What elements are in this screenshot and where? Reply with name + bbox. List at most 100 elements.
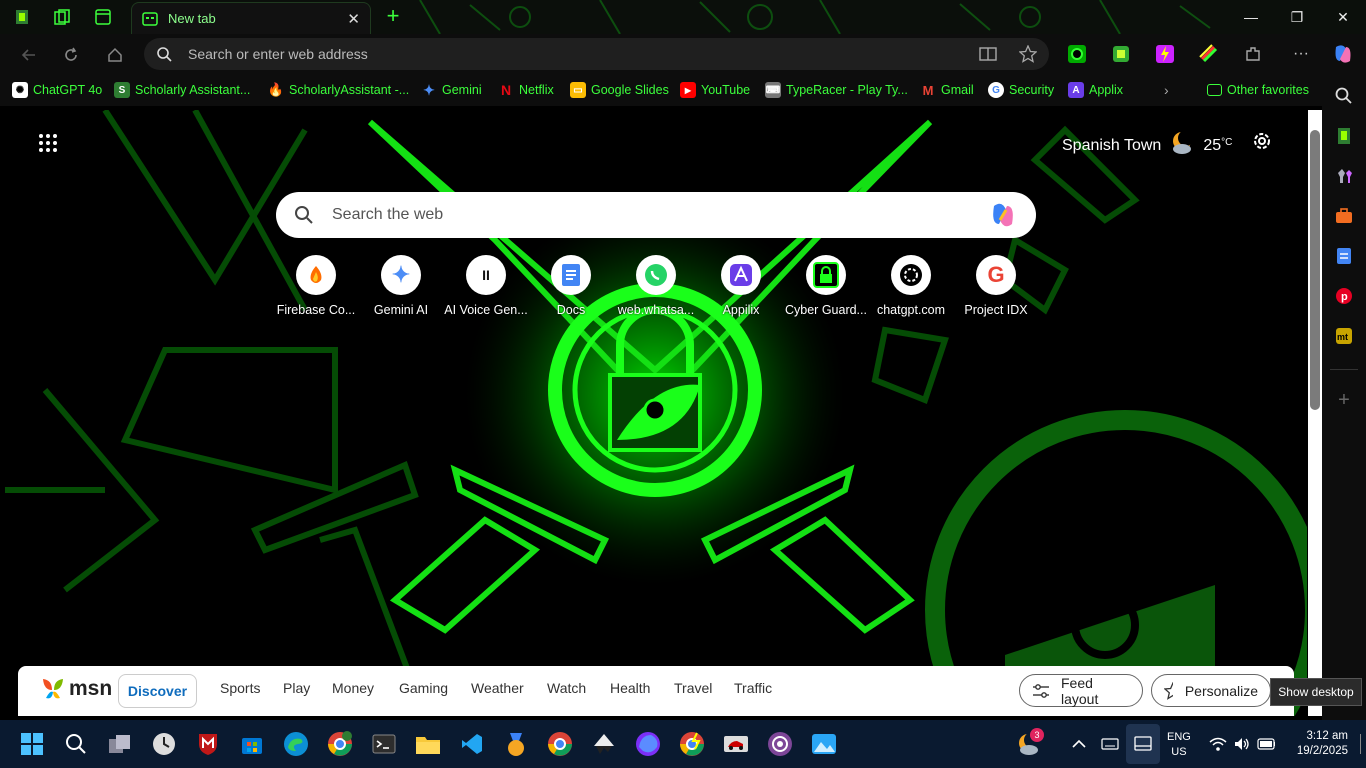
- green-extension-icon[interactable]: [1110, 43, 1132, 65]
- page-settings-gear-icon[interactable]: [1251, 130, 1273, 152]
- clock-app-icon[interactable]: [150, 730, 178, 758]
- fav-google-slides[interactable]: ▭ Google Slides: [570, 81, 669, 99]
- nav-health[interactable]: Health: [610, 680, 650, 696]
- home-icon[interactable]: [104, 44, 126, 66]
- tile-gemini-ai[interactable]: ✦ Gemini AI: [359, 255, 443, 317]
- racing-game-icon[interactable]: [722, 730, 750, 758]
- battery-icon[interactable]: [1257, 735, 1275, 753]
- tab-new-tab[interactable]: New tab ✕: [131, 2, 371, 34]
- favorite-star-icon[interactable]: [1019, 45, 1037, 63]
- nav-weather[interactable]: Weather: [471, 680, 524, 696]
- tab-discover[interactable]: Discover: [118, 674, 197, 708]
- edge-icon[interactable]: [282, 730, 310, 758]
- fav-gmail[interactable]: M Gmail: [920, 81, 974, 99]
- new-tab-plus-icon[interactable]: +: [382, 5, 404, 28]
- close-window-icon[interactable]: ✕: [1320, 0, 1366, 34]
- task-view-icon[interactable]: [106, 730, 134, 758]
- feed-layout-button[interactable]: Feed layout: [1019, 674, 1143, 707]
- fav-netflix[interactable]: N Netflix: [498, 81, 554, 99]
- sidebar-tools-icon[interactable]: [1334, 206, 1354, 226]
- personalize-button[interactable]: Personalize: [1151, 674, 1271, 707]
- sidebar-games-icon[interactable]: [1334, 166, 1354, 186]
- extensions-puzzle-icon[interactable]: [1242, 43, 1264, 65]
- more-menu-icon[interactable]: ···: [1290, 43, 1312, 65]
- sidebar-mt-icon[interactable]: mt: [1334, 326, 1354, 346]
- volume-icon[interactable]: [1233, 735, 1251, 753]
- fav-gemini[interactable]: ✦ Gemini: [421, 81, 481, 99]
- sidebar-pinterest-icon[interactable]: p: [1334, 286, 1354, 306]
- windows-start-icon[interactable]: [18, 730, 46, 758]
- tile-ai-voice[interactable]: II AI Voice Gen...: [444, 255, 528, 317]
- vscode-icon[interactable]: [458, 730, 486, 758]
- firefox-icon[interactable]: [634, 730, 662, 758]
- sidebar-scholarly-icon[interactable]: [1334, 126, 1354, 146]
- tile-project-idx[interactable]: G Project IDX: [954, 255, 1038, 317]
- nav-money[interactable]: Money: [332, 680, 374, 696]
- nav-sports[interactable]: Sports: [220, 680, 260, 696]
- inkscape-icon[interactable]: [590, 730, 618, 758]
- show-desktop-button[interactable]: [1360, 734, 1361, 754]
- immersive-reader-icon[interactable]: [979, 45, 997, 63]
- medal-app-icon[interactable]: [502, 730, 530, 758]
- tablet-mode-highlight[interactable]: [1126, 724, 1160, 764]
- fav-security[interactable]: G Security: [988, 81, 1054, 99]
- back-icon[interactable]: [18, 44, 40, 66]
- tor-browser-icon[interactable]: [766, 730, 794, 758]
- close-tab-icon[interactable]: ✕: [347, 10, 360, 28]
- nav-travel[interactable]: Travel: [674, 680, 712, 696]
- address-bar[interactable]: Search or enter web address: [144, 38, 1049, 70]
- weather-widget[interactable]: Spanish Town 25°C: [1062, 130, 1232, 161]
- nav-watch[interactable]: Watch: [547, 680, 586, 696]
- tile-chatgpt[interactable]: chatgpt.com: [869, 255, 953, 317]
- tile-cyber-guard[interactable]: Cyber Guard...: [784, 255, 868, 317]
- favorites-overflow-chevron-icon[interactable]: ›: [1164, 81, 1169, 99]
- tile-firebase[interactable]: Firebase Co...: [274, 255, 358, 317]
- sidebar-divider: [1330, 369, 1358, 370]
- copilot-icon[interactable]: [1332, 43, 1354, 65]
- tile-appilix[interactable]: Appilix: [699, 255, 783, 317]
- keyboard-icon[interactable]: [1101, 735, 1119, 753]
- nav-play[interactable]: Play: [283, 680, 310, 696]
- fav-applix[interactable]: A Applix: [1068, 81, 1123, 99]
- photos-icon[interactable]: [810, 730, 838, 758]
- wifi-icon[interactable]: [1209, 735, 1227, 753]
- mcafee-icon[interactable]: [194, 730, 222, 758]
- rainbow-extension-icon[interactable]: [1198, 43, 1220, 65]
- tile-whatsapp[interactable]: web.whatsa...: [614, 255, 698, 317]
- fav-scholarly-assistant[interactable]: S Scholarly Assistant...: [114, 81, 250, 99]
- minimize-icon[interactable]: —: [1228, 0, 1274, 34]
- restore-icon[interactable]: ❐: [1274, 0, 1320, 34]
- language-indicator[interactable]: ENG US: [1167, 730, 1191, 760]
- taskbar-search-icon[interactable]: [62, 730, 90, 758]
- fav-typeracer[interactable]: ⌨ TypeRacer - Play Ty...: [765, 81, 908, 99]
- copilot-icon[interactable]: [988, 202, 1018, 228]
- app-launcher-icon[interactable]: [37, 132, 61, 156]
- tab-actions-icon[interactable]: [93, 7, 113, 27]
- fav-youtube[interactable]: ▶ YouTube: [680, 81, 750, 99]
- scrollbar-thumb[interactable]: [1310, 130, 1320, 410]
- sidebar-docs-icon[interactable]: [1334, 246, 1354, 266]
- microsoft-store-icon[interactable]: [238, 730, 266, 758]
- chrome-variant-icon[interactable]: [678, 730, 706, 758]
- lightning-extension-icon[interactable]: [1154, 43, 1176, 65]
- sidebar-add-icon[interactable]: +: [1334, 389, 1354, 411]
- fav-scholarlyassistant-firebase[interactable]: 🔥 ScholarlyAssistant -...: [268, 81, 409, 99]
- fav-chatgpt-4o[interactable]: ✺ ChatGPT 4o: [12, 81, 102, 99]
- chrome-icon[interactable]: [546, 730, 574, 758]
- workspace-icon[interactable]: [12, 7, 32, 27]
- sidebar-search-icon[interactable]: [1334, 86, 1354, 106]
- refresh-icon[interactable]: [60, 44, 82, 66]
- nav-gaming[interactable]: Gaming: [399, 680, 448, 696]
- other-favorites[interactable]: Other favorites: [1207, 81, 1309, 99]
- cyber-guard-extension-icon[interactable]: [1066, 43, 1088, 65]
- show-hidden-icons-chevron-icon[interactable]: [1070, 735, 1088, 753]
- web-search-box[interactable]: Search the web: [276, 192, 1036, 238]
- tile-docs[interactable]: Docs: [529, 255, 613, 317]
- terminal-icon[interactable]: [370, 730, 398, 758]
- file-explorer-icon[interactable]: [414, 730, 442, 758]
- nav-traffic[interactable]: Traffic: [734, 680, 772, 696]
- chrome-profile-icon[interactable]: [326, 730, 354, 758]
- system-clock[interactable]: 3:12 am 19/2/2025: [1290, 729, 1348, 759]
- collections-icon[interactable]: [52, 7, 72, 27]
- msn-logo[interactable]: msn: [40, 676, 112, 702]
